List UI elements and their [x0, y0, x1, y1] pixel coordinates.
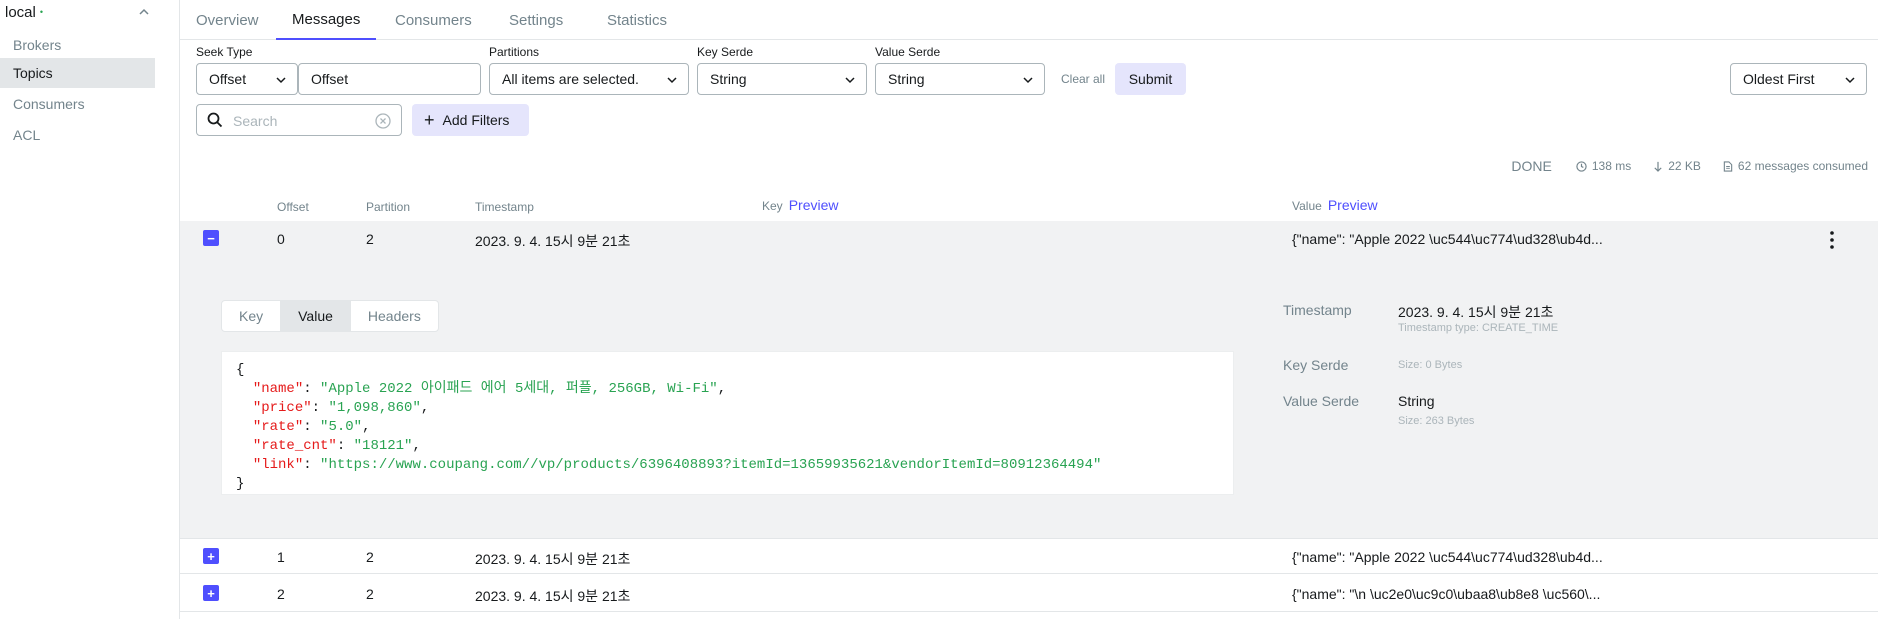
- row-timestamp: 2023. 9. 4. 15시 9분 21초: [475, 551, 631, 567]
- search-placeholder: Search: [233, 113, 278, 129]
- cluster-name: local: [5, 3, 36, 21]
- value-serde-select[interactable]: String: [875, 63, 1045, 95]
- row-value-preview: {"name": "Apple 2022 \uc544\uc774\ud328\…: [1292, 549, 1603, 565]
- sidebar-item-topics[interactable]: Topics: [0, 58, 155, 88]
- elapsed-stat: 138 ms: [1576, 159, 1631, 173]
- chevron-down-icon: [1845, 77, 1855, 84]
- key-preview-button[interactable]: Preview: [789, 197, 839, 213]
- sidebar-item-brokers[interactable]: Brokers: [0, 30, 155, 60]
- value-preview-button[interactable]: Preview: [1328, 197, 1378, 213]
- detail-tab-headers[interactable]: Headers: [351, 301, 438, 331]
- partitions-label: Partitions: [489, 45, 540, 59]
- row-timestamp: 2023. 9. 4. 15시 9분 21초: [475, 233, 631, 249]
- sidebar: local • Brokers Topics Consumers ACL: [0, 0, 180, 619]
- bytes-stat: 22 KB: [1653, 159, 1701, 173]
- consumed-stat: 62 messages consumed: [1723, 159, 1868, 173]
- detail-tab-value[interactable]: Value: [281, 301, 351, 331]
- chevron-up-icon[interactable]: [137, 5, 151, 19]
- tab-settings[interactable]: Settings: [493, 0, 579, 40]
- meta-value-serde-value: String: [1398, 393, 1435, 409]
- json-value: "18121": [353, 438, 413, 454]
- json-key: "rate_cnt": [252, 438, 337, 454]
- submit-button[interactable]: Submit: [1115, 63, 1186, 95]
- key-serde-select[interactable]: String: [697, 63, 867, 95]
- tab-overview[interactable]: Overview: [180, 0, 275, 40]
- collapse-row-icon[interactable]: −: [203, 230, 219, 246]
- sidebar-item-consumers[interactable]: Consumers: [0, 89, 155, 119]
- seek-type-select[interactable]: Offset: [196, 63, 298, 95]
- meta-timestamp-value: 2023. 9. 4. 15시 9분 21초: [1398, 304, 1554, 320]
- partitions-select[interactable]: All items are selected.: [489, 63, 689, 95]
- meta-timestamp-type: Timestamp type: CREATE_TIME: [1398, 322, 1559, 334]
- row-partition: 2: [366, 549, 374, 565]
- json-key: "rate": [252, 419, 304, 435]
- chevron-down-icon: [1023, 77, 1033, 84]
- column-header-timestamp: Timestamp: [475, 200, 534, 214]
- meta-value-size: Size: 263 Bytes: [1398, 415, 1475, 427]
- meta-key-serde-label: Key Serde: [1283, 357, 1349, 373]
- offset-input[interactable]: Offset: [298, 63, 481, 95]
- sidebar-item-acl[interactable]: ACL: [0, 120, 155, 150]
- row-value-preview: {"name": "Apple 2022 \uc544\uc774\ud328\…: [1292, 231, 1603, 247]
- message-detail-panel: Key Value Headers { "name": "Apple 2022 …: [180, 256, 1878, 538]
- tab-consumers[interactable]: Consumers: [379, 0, 488, 40]
- row-partition: 2: [366, 586, 374, 602]
- json-value: "Apple 2022 아이패드 에어 5세대, 퍼플, 256GB, Wi-F…: [320, 381, 718, 397]
- table-row[interactable]: + 2 2 2023. 9. 4. 15시 9분 21초 {"name": "\…: [180, 576, 1878, 612]
- tab-statistics[interactable]: Statistics: [591, 0, 683, 40]
- online-status-dot: •: [39, 7, 44, 17]
- json-key: "price": [252, 400, 312, 416]
- search-input[interactable]: Search: [196, 104, 402, 136]
- row-timestamp: 2023. 9. 4. 15시 9분 21초: [475, 588, 631, 604]
- column-header-partition: Partition: [366, 200, 411, 214]
- add-filters-button[interactable]: + Add Filters: [412, 104, 529, 136]
- json-key: "name": [252, 381, 304, 397]
- key-serde-label: Key Serde: [697, 45, 754, 59]
- json-content: { "name": "Apple 2022 아이패드 에어 5세대, 퍼플, 2…: [236, 362, 1102, 492]
- table-row[interactable]: + 1 2 2023. 9. 4. 15시 9분 21초 {"name": "A…: [180, 538, 1878, 574]
- json-value: "1,098,860": [328, 400, 421, 416]
- detail-tab-key[interactable]: Key: [222, 301, 282, 331]
- meta-timestamp-label: Timestamp: [1283, 302, 1352, 318]
- json-viewer[interactable]: { "name": "Apple 2022 아이패드 에어 5세대, 퍼플, 2…: [221, 351, 1234, 495]
- consumption-stats: DONE 138 ms 22 KB 62 messages consumed: [1511, 158, 1868, 174]
- expand-row-icon[interactable]: +: [203, 548, 219, 564]
- seek-type-label: Seek Type: [196, 45, 253, 59]
- json-value: "https://www.coupang.com//vp/products/63…: [320, 457, 1102, 473]
- expand-row-icon[interactable]: +: [203, 585, 219, 601]
- chevron-down-icon: [276, 77, 286, 84]
- column-header-value: Value Preview: [1292, 197, 1378, 213]
- clear-search-icon[interactable]: [375, 113, 391, 129]
- meta-key-size: Size: 0 Bytes: [1398, 359, 1463, 371]
- json-value: "5.0": [320, 419, 363, 435]
- row-partition: 2: [366, 231, 374, 247]
- status-text: DONE: [1511, 158, 1552, 174]
- row-value-preview: {"name": "\n \uc2e0\uc9c0\ubaa8\ub8e8 \u…: [1292, 586, 1601, 602]
- table-row[interactable]: − 0 2 2023. 9. 4. 15시 9분 21초 {"name": "A…: [180, 221, 1878, 257]
- row-offset: 0: [277, 231, 285, 247]
- chevron-down-icon: [667, 77, 677, 84]
- chevron-down-icon: [845, 77, 855, 84]
- clear-all-button[interactable]: Clear all: [1061, 72, 1105, 86]
- tab-messages[interactable]: Messages: [276, 0, 377, 40]
- detail-tabs: Key Value Headers: [221, 300, 439, 332]
- more-options-icon[interactable]: [1830, 231, 1834, 249]
- json-open-brace: {: [236, 362, 245, 378]
- row-offset: 2: [277, 586, 285, 602]
- column-header-key: Key Preview: [762, 197, 839, 213]
- plus-icon: +: [424, 110, 435, 130]
- arrow-down-icon: [1654, 161, 1662, 172]
- cluster-selector[interactable]: local •: [5, 2, 155, 22]
- search-icon: [207, 112, 223, 128]
- json-close-brace: }: [236, 476, 245, 492]
- column-header-offset: Offset: [277, 200, 309, 214]
- sort-order-select[interactable]: Oldest First: [1730, 63, 1867, 95]
- clock-icon: [1576, 160, 1587, 172]
- json-key: "link": [252, 457, 304, 473]
- document-icon: [1723, 160, 1733, 172]
- topic-tabs: Overview Messages Consumers Settings Sta…: [180, 0, 1878, 40]
- value-serde-label: Value Serde: [875, 45, 941, 59]
- meta-value-serde-label: Value Serde: [1283, 393, 1360, 409]
- row-offset: 1: [277, 549, 285, 565]
